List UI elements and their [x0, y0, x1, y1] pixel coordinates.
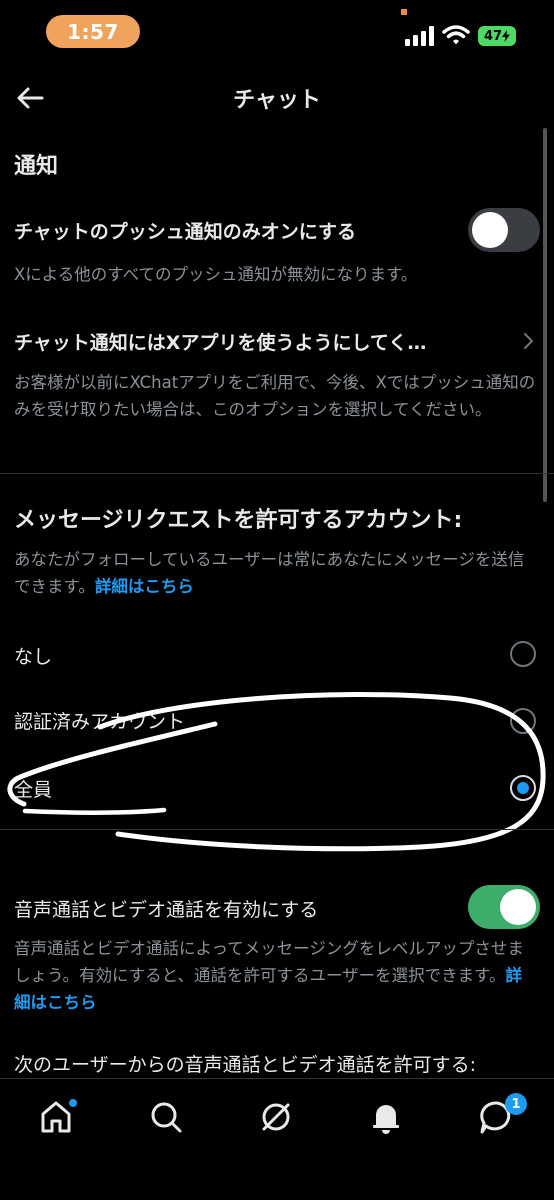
status-time: 1:57 — [46, 15, 140, 48]
notifications-section-title: 通知 — [14, 154, 59, 179]
message-requests-description-text: あなたがフォローしているユーザーは常にあなたにメッセージを送信できます。 — [14, 550, 525, 596]
battery-icon: 47 — [478, 26, 516, 46]
toggle-knob — [500, 889, 536, 925]
toggle-knob — [472, 212, 508, 248]
option-verified-radio[interactable] — [510, 708, 536, 734]
page-title: チャット — [233, 88, 321, 113]
message-requests-title: メッセージリクエストを許可するアカウント: — [14, 508, 463, 533]
notifications-bell-icon[interactable] — [366, 1097, 406, 1137]
option-none-radio[interactable] — [510, 641, 536, 667]
calls-description: 音声通話とビデオ通話によってメッセージングをレベルアップさせましょう。有効にする… — [14, 935, 536, 1016]
divider — [0, 829, 554, 830]
calls-allow-title: 次のユーザーからの音声通話とビデオ通話を許可する: — [14, 1054, 477, 1076]
chevron-right-icon — [524, 333, 533, 349]
chat-badge: 1 — [505, 1093, 527, 1115]
push-only-label: チャットのプッシュ通知のみオンにする — [14, 221, 357, 243]
option-none-label[interactable]: なし — [14, 642, 52, 669]
option-everyone-radio[interactable] — [510, 775, 536, 801]
push-only-description: Xによる他のすべてのプッシュ通知が無効になります。 — [14, 265, 418, 284]
learn-more-link[interactable]: 詳細はこちら — [95, 577, 194, 596]
bottom-nav: 1 — [0, 1078, 554, 1200]
wifi-icon — [442, 25, 470, 45]
calls-description-text: 音声通話とビデオ通話によってメッセージングをレベルアップさせましょう。有効にする… — [14, 939, 524, 985]
divider — [0, 473, 554, 474]
home-notification-dot — [69, 1099, 77, 1107]
privacy-indicator-icon — [401, 9, 407, 15]
battery-level: 47 — [483, 28, 503, 44]
xchat-app-label[interactable]: チャット通知にはXアプリを使うようにしてく… — [14, 328, 504, 355]
grok-icon[interactable] — [256, 1097, 296, 1137]
header: チャット — [0, 70, 554, 126]
cellular-signal-icon — [405, 26, 434, 46]
status-bar: 1:57 47 — [0, 0, 554, 64]
calls-label: 音声通話とビデオ通話を有効にする — [14, 899, 319, 921]
charging-bolt-icon — [502, 30, 511, 42]
option-everyone-label[interactable]: 全員 — [14, 775, 52, 802]
calls-toggle[interactable] — [468, 885, 540, 929]
message-requests-description: あなたがフォローしているユーザーは常にあなたにメッセージを送信できます。詳細はこ… — [14, 546, 536, 600]
option-verified-label[interactable]: 認証済みアカウント — [14, 707, 185, 734]
push-only-toggle[interactable] — [468, 208, 540, 252]
search-icon[interactable] — [146, 1097, 186, 1137]
xchat-app-description: お客様が以前にXChatアプリをご利用で、今後、Xではプッシュ通知のみを受け取り… — [14, 373, 536, 419]
scrollbar[interactable] — [543, 128, 547, 502]
